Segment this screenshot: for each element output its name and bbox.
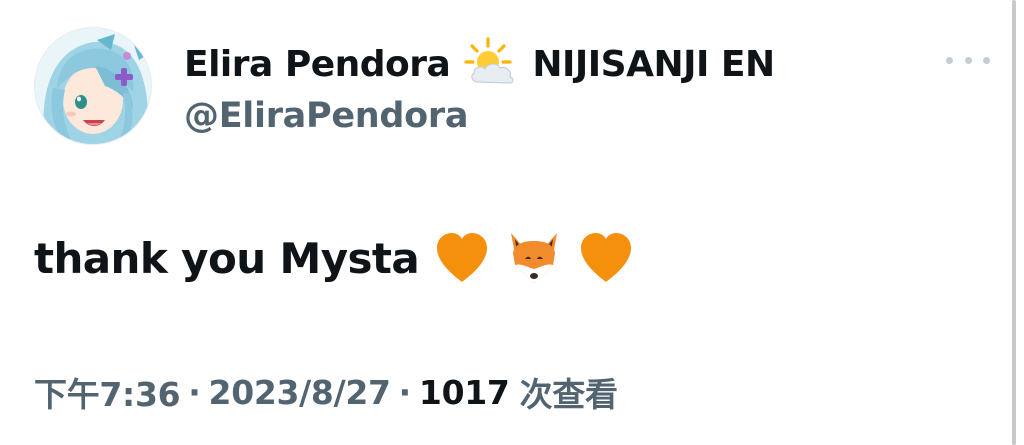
tweet-text: thank you Mysta [34, 233, 420, 283]
more-dot-icon [983, 56, 990, 64]
affiliation-text[interactable]: NIJISANJI EN [532, 44, 775, 85]
meta-separator: · [188, 372, 201, 412]
tweet-date[interactable]: 2023/8/27 [209, 373, 391, 412]
orange-heart-icon [433, 229, 491, 287]
tweet-meta: 下午7:36 · 2023/8/27 · 1017 次查看 [34, 366, 618, 418]
views-label[interactable]: 次查看 [520, 368, 618, 416]
scrollbar[interactable] [1012, 0, 1016, 445]
tweet-time[interactable]: 下午7:36 [34, 368, 181, 416]
fox-face-icon [505, 229, 563, 287]
more-options-button[interactable] [946, 50, 990, 70]
more-dot-icon [946, 56, 953, 64]
sun-behind-cloud-icon [464, 36, 520, 92]
tweet-card: Elira Pendora NIJISANJI EN @EliraPendora… [0, 0, 1024, 445]
display-name[interactable]: Elira Pendora [184, 44, 451, 85]
meta-separator: · [398, 372, 412, 412]
tweet-body: thank you Mysta [34, 226, 635, 290]
author-handle[interactable]: @EliraPendora [184, 96, 468, 136]
avatar[interactable] [34, 27, 152, 145]
views-count[interactable]: 1017 [419, 373, 510, 412]
author-name-row[interactable]: Elira Pendora NIJISANJI EN [184, 36, 775, 92]
more-dot-icon [964, 56, 972, 64]
orange-heart-icon [577, 229, 635, 287]
